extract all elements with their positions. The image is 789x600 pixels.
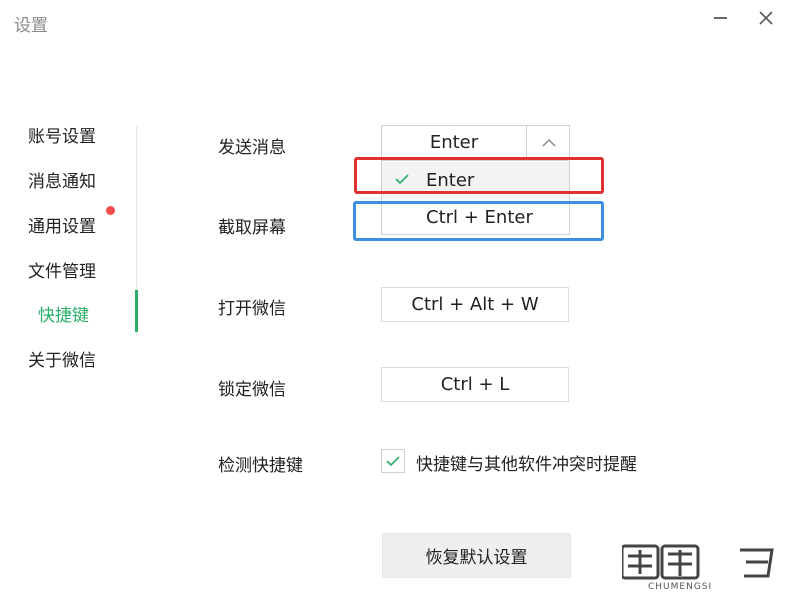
- sidebar-item-files[interactable]: 文件管理: [28, 257, 96, 282]
- detect-shortcut-label: 检测快捷键: [218, 456, 303, 476]
- send-message-select[interactable]: Enter: [381, 125, 570, 160]
- highlight-box-red: [354, 157, 604, 194]
- sidebar-item-shortcuts[interactable]: 快捷键: [38, 301, 89, 326]
- sidebar-item-notifications[interactable]: 消息通知: [28, 167, 96, 192]
- watermark-logo: [622, 544, 774, 580]
- watermark-text: CHUMENGSI: [648, 582, 713, 592]
- active-indicator: [135, 290, 138, 332]
- send-message-value: Enter: [429, 132, 479, 153]
- conflict-alert-checkbox[interactable]: [381, 449, 405, 473]
- restore-defaults-button[interactable]: 恢复默认设置: [382, 533, 571, 578]
- lock-wechat-label: 锁定微信: [218, 380, 286, 400]
- screenshot-label: 截取屏幕: [218, 218, 286, 238]
- sidebar-item-about[interactable]: 关于微信: [28, 346, 96, 371]
- conflict-alert-text: 快捷键与其他软件冲突时提醒: [416, 455, 637, 475]
- lock-wechat-shortcut-field[interactable]: Ctrl + L: [381, 367, 569, 402]
- open-wechat-shortcut-field[interactable]: Ctrl + Alt + W: [381, 287, 569, 322]
- minimize-button[interactable]: [708, 6, 732, 30]
- close-icon: [759, 11, 773, 25]
- send-message-label: 发送消息: [218, 138, 286, 158]
- close-button[interactable]: [754, 6, 778, 30]
- chevron-up-icon: [541, 138, 556, 147]
- notification-badge: [106, 206, 115, 215]
- check-icon: [386, 456, 400, 467]
- sidebar-item-general[interactable]: 通用设置: [28, 212, 96, 237]
- dropdown-toggle[interactable]: [526, 126, 570, 159]
- watermark: CHUMENGSI: [612, 540, 789, 600]
- window-title: 设置: [14, 16, 48, 36]
- highlight-box-blue: [353, 201, 604, 241]
- sidebar-item-account[interactable]: 账号设置: [28, 122, 96, 147]
- open-wechat-label: 打开微信: [218, 299, 286, 319]
- minimize-icon: [713, 17, 727, 19]
